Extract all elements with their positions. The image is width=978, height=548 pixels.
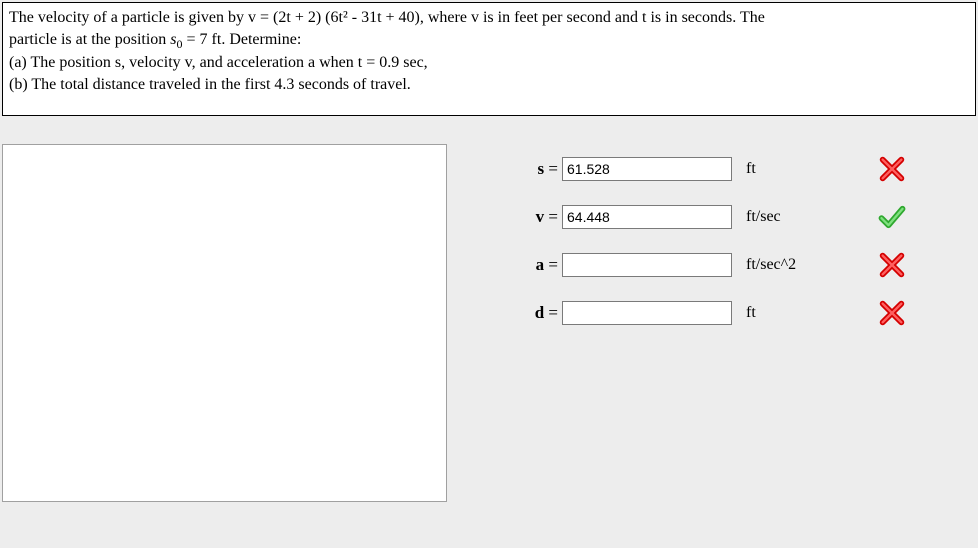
problem-line-2: particle is at the position s0 = 7 ft. D… [9,29,969,52]
problem-line-4: (b) The total distance traveled in the f… [9,74,969,96]
answer-row-d: d = ft [517,298,958,328]
answer-input-s[interactable] [562,157,732,181]
wrong-icon [872,155,912,183]
problem-line-3: (a) The position s, velocity v, and acce… [9,52,969,74]
answer-label-v: v = [517,207,562,227]
wrong-icon [872,299,912,327]
answer-unit-d: ft [732,304,822,322]
scratch-panel [2,144,447,502]
answer-row-s: s = ft [517,154,958,184]
answer-unit-v: ft/sec [732,208,822,226]
answer-label-a: a = [517,255,562,275]
answer-row-v: v = ft/sec [517,202,958,232]
answer-label-d: d = [517,303,562,323]
answer-input-d[interactable] [562,301,732,325]
problem-statement: The velocity of a particle is given by v… [2,2,976,116]
wrong-icon [872,251,912,279]
answer-row-a: a = ft/sec^2 [517,250,958,280]
answer-input-v[interactable] [562,205,732,229]
answer-unit-s: ft [732,160,822,178]
lower-area: s = ft v = ft/sec a = ft/sec^2 d = [0,144,978,502]
answer-label-s: s = [517,159,562,179]
correct-icon [872,203,912,231]
answers-panel: s = ft v = ft/sec a = ft/sec^2 d = [447,144,978,502]
answer-unit-a: ft/sec^2 [732,256,822,274]
answer-input-a[interactable] [562,253,732,277]
problem-line-1: The velocity of a particle is given by v… [9,7,969,29]
